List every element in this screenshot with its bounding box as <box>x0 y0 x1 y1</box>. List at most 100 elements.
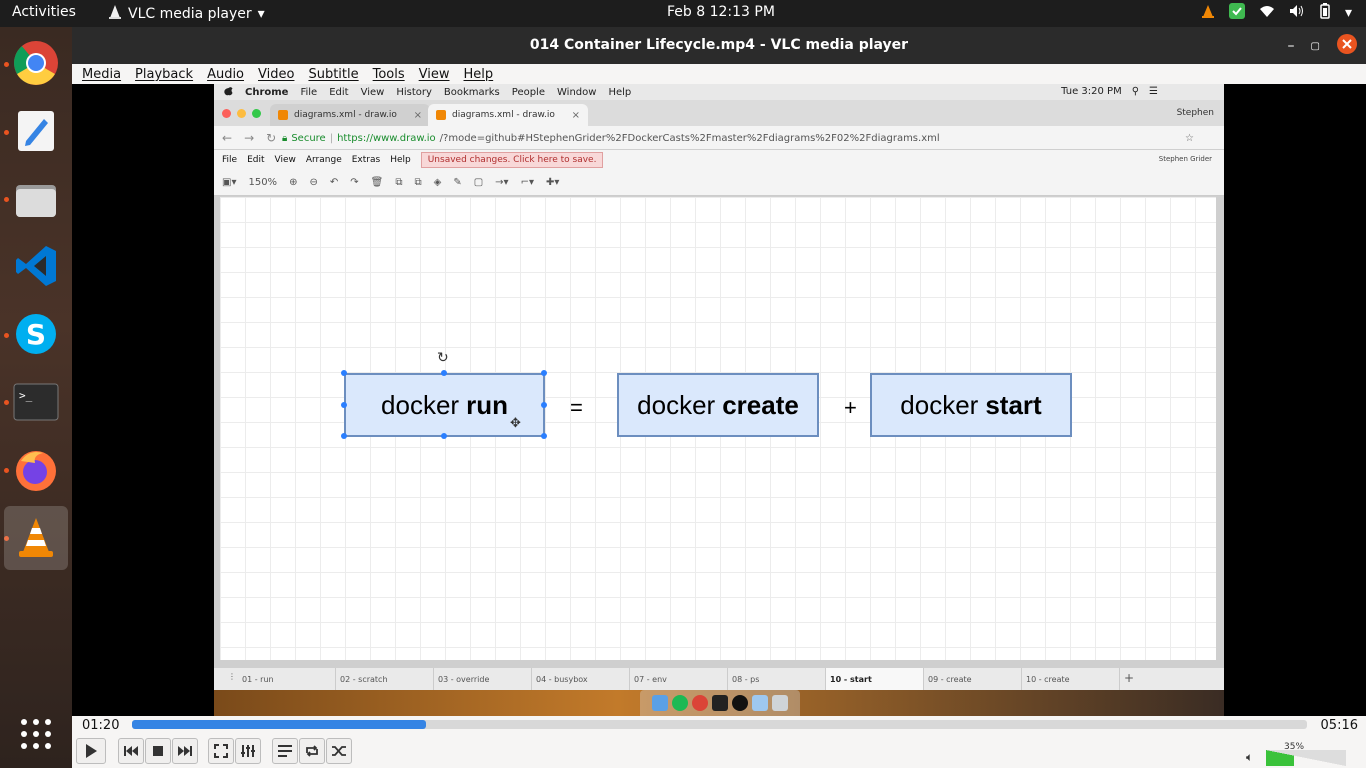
page-tab: 10 - create <box>1022 668 1120 690</box>
chrome-icon[interactable] <box>4 31 68 95</box>
docker-run-prefix: docker <box>381 389 460 420</box>
page-tabs: ⋮ 01 - run 02 - scratch 03 - override 04… <box>214 668 1224 690</box>
check-tray-icon[interactable] <box>1228 3 1245 23</box>
lock-icon: 🔒︎ <box>282 132 288 144</box>
extended-settings-button[interactable] <box>235 738 261 764</box>
activities-button[interactable]: Activities <box>12 4 76 20</box>
app-menu[interactable]: VLC media player ▾ <box>108 4 265 24</box>
mac-menu-edit: Edit <box>329 86 349 98</box>
shuffle-button[interactable] <box>326 738 352 764</box>
minimize-icon[interactable]: – <box>1288 38 1295 54</box>
docker-start-command: start <box>985 389 1042 420</box>
reload-icon: ↻ <box>266 131 277 145</box>
volume-level <box>1266 750 1294 766</box>
close-icon[interactable] <box>1336 33 1358 59</box>
mac-menu-window: Window <box>557 86 597 98</box>
fill-color-icon: ◈ <box>433 177 442 188</box>
zoom-in-icon: ⊕ <box>289 177 298 188</box>
browser-tab-label: diagrams.xml - draw.io <box>294 110 397 120</box>
battery-icon[interactable] <box>1319 3 1331 23</box>
loop-icon <box>306 745 318 757</box>
text-editor-icon[interactable] <box>4 99 68 163</box>
time-elapsed: 01:20 <box>82 718 120 733</box>
seek-bar-row: 01:20 05:16 <box>72 716 1366 736</box>
volume-percent: 35% <box>1284 742 1305 752</box>
browser-tab-active: diagrams.xml - draw.io × <box>428 104 588 126</box>
maximize-icon[interactable]: ▢ <box>1311 41 1320 52</box>
vscode-icon[interactable] <box>4 234 68 298</box>
mac-menu-bar: Chrome File Edit View History Bookmarks … <box>214 84 1224 100</box>
selection-handle <box>441 433 447 439</box>
menu-tools[interactable]: Tools <box>373 67 405 82</box>
stop-button[interactable] <box>145 738 171 764</box>
svg-text:S: S <box>26 318 46 351</box>
close-dot-icon <box>222 109 231 118</box>
url-path: /?mode=github#HStephenGrider%2FDockerCas… <box>439 132 940 144</box>
window-title: 014 Container Lifecycle.mp4 - VLC media … <box>529 37 909 53</box>
selection-handle <box>341 433 347 439</box>
menu-playback[interactable]: Playback <box>135 67 193 82</box>
page-tab: 01 - run <box>238 668 336 690</box>
mac-menu-chrome: Chrome <box>245 86 289 98</box>
zoom-select: 150% <box>248 177 278 188</box>
vlc-tray-icon[interactable] <box>1201 4 1215 22</box>
menu-help[interactable]: Help <box>464 67 494 82</box>
loop-button[interactable] <box>299 738 325 764</box>
next-button[interactable] <box>172 738 198 764</box>
selection-handle <box>441 370 447 376</box>
format-panel-icon: ▣▾ <box>222 177 237 188</box>
zoom-out-icon: ⊖ <box>309 177 318 188</box>
selection-handle <box>541 402 547 408</box>
vlc-controls: 🔈︎ 35% <box>72 736 1366 768</box>
zoom-dot-icon <box>252 109 261 118</box>
tab-close-icon: × <box>413 109 422 121</box>
menu-subtitle[interactable]: Subtitle <box>308 67 358 82</box>
firefox-icon[interactable] <box>4 438 68 502</box>
time-total: 05:16 <box>1320 718 1358 733</box>
files-icon[interactable] <box>4 167 68 231</box>
volume-icon[interactable] <box>1289 4 1305 22</box>
terminal-icon[interactable]: >_ <box>4 370 68 434</box>
drawio-menu-arrange: Arrange <box>305 155 342 165</box>
secure-label: Secure <box>291 132 326 144</box>
play-button[interactable] <box>76 738 106 764</box>
volume-control[interactable]: 🔈︎ 35% <box>1246 738 1356 766</box>
vlc-icon[interactable] <box>4 506 68 570</box>
menu-audio[interactable]: Audio <box>207 67 244 82</box>
menu-media[interactable]: Media <box>82 67 121 82</box>
playlist-button[interactable] <box>272 738 298 764</box>
docker-start-prefix: docker <box>900 389 979 420</box>
playlist-icon <box>278 745 292 757</box>
clock[interactable]: Feb 8 12:13 PM <box>667 4 775 20</box>
url-field: 🔒︎ Secure | https://www.draw.io/?mode=gi… <box>282 130 1194 146</box>
spotlight-icon: ⚲ <box>1131 86 1140 97</box>
apple-icon <box>224 85 233 99</box>
selection-handle <box>341 402 347 408</box>
skype-icon[interactable]: S <box>4 302 68 366</box>
chrome-dock-icon <box>692 695 708 711</box>
redo-icon: ↷ <box>350 177 359 188</box>
spotify-icon <box>672 695 688 711</box>
skip-back-icon <box>124 746 138 756</box>
mac-menu-people: People <box>511 86 545 98</box>
drawio-menu-extras: Extras <box>351 155 381 165</box>
page-tab: 07 - env <box>630 668 728 690</box>
chrome-tab-strip: diagrams.xml - draw.io × diagrams.xml - … <box>214 100 1224 126</box>
docker-create-command: create <box>722 389 799 420</box>
mac-menu-help: Help <box>608 86 632 98</box>
wifi-icon[interactable] <box>1259 4 1275 22</box>
docker-create-box: docker create <box>617 373 819 437</box>
page-tab: 09 - create <box>924 668 1022 690</box>
menu-video[interactable]: Video <box>258 67 294 82</box>
seek-slider[interactable] <box>132 720 1307 729</box>
menu-view[interactable]: View <box>419 67 450 82</box>
system-tray[interactable]: ▾ <box>1201 3 1352 23</box>
fullscreen-icon <box>214 744 228 758</box>
power-menu-icon[interactable]: ▾ <box>1345 5 1352 21</box>
previous-button[interactable] <box>118 738 144 764</box>
fullscreen-button[interactable] <box>208 738 234 764</box>
pages-menu-icon: ⋮ <box>228 672 236 681</box>
mac-user-name: Stephen <box>1176 108 1214 118</box>
show-apps-icon[interactable] <box>4 702 68 766</box>
equalizer-icon <box>241 745 255 757</box>
